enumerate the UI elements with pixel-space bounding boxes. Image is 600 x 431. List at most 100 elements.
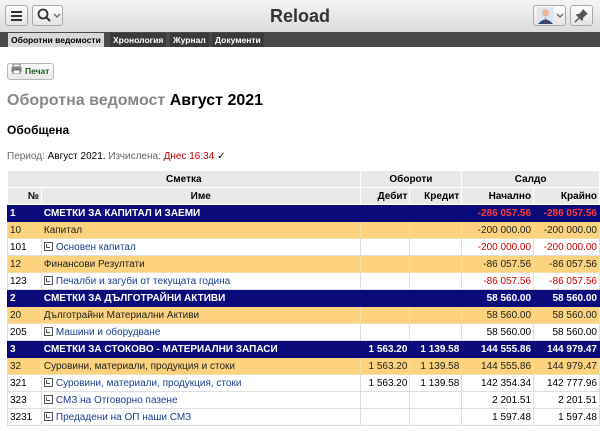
account-number: 10 [7,221,42,239]
credit-value: 1 139.58 [409,374,463,392]
credit-value [409,408,463,426]
tab-turnover-sheets[interactable]: Оборотни ведомости [8,33,104,47]
print-button[interactable]: Печат [7,63,55,80]
page-title-period: Август 2021 [169,92,264,109]
search-button[interactable] [32,5,63,26]
tab-bar: Оборотни ведомости Хронология Журнал Док… [0,32,600,47]
header-opening: Начално [461,187,535,205]
debit-value [359,323,411,341]
closing-value: 58 560.00 [533,306,600,324]
period-line: Период: Август 2021. Изчислена: Днес 16:… [7,151,225,162]
table-body: 1 СМЕТКИ ЗА КАПИТАЛ И ЗАЕМИ -286 057.56 -28… [7,204,600,426]
tab-journal[interactable]: Журнал [170,33,209,47]
opening-value: 144 555.86 [461,340,535,358]
debit-value [359,272,411,290]
turnover-table: Сметка Обороти Салдо № Име Дебит Кредит … [7,170,600,426]
menu-button[interactable] [5,5,28,26]
closing-value: -86 057.56 [533,272,600,290]
account-number: 123 [7,272,42,290]
account-number: 205 [7,323,42,341]
page-title: Оборотна ведомост Август 2021 [7,92,263,110]
app-title: Reload [269,6,330,26]
header-debit: Дебит [359,187,411,205]
closing-value: -200 000.00 [533,221,600,239]
table-row[interactable]: 205 Машини и оборудване 58 560.00 58 560.00 [7,323,600,341]
search-icon [37,8,61,22]
header-closing: Крайно [533,187,600,205]
account-number: 3231 [7,408,42,426]
credit-value [409,289,463,307]
account-number: 323 [7,391,42,409]
debit-value [359,306,411,324]
avatar [537,7,564,24]
account-name-cell: Дълготрайни Материални Активи [40,306,361,324]
table-row[interactable]: 3231 Предадени на ОП наши СМЗ 1 597.48 1 59… [7,408,600,426]
hamburger-icon [11,11,22,21]
closing-value: -200 000.00 [533,238,600,256]
closing-value: 58 560.00 [533,289,600,307]
pin-button[interactable] [570,5,593,26]
account-number: 20 [7,306,42,324]
account-link[interactable]: СМЗ на Отговорно пазене [56,395,178,406]
table-row[interactable]: 123 Печалби и загуби от текущата година -8… [7,272,600,290]
table-row: 20 Дълготрайни Материални Активи 58 560.00… [7,306,600,324]
account-number: 1 [7,204,42,222]
table-row: 32 Суровини, материали, продукция и стоки… [7,357,600,375]
account-name-cell: СМЗ на Отговорно пазене [40,391,361,409]
closing-value: -86 057.56 [533,255,600,273]
account-number: 3 [7,340,42,358]
debit-value [359,238,411,256]
user-menu-button[interactable] [533,5,566,26]
expand-icon[interactable] [43,241,53,251]
account-name-cell: Машини и оборудване [40,323,361,341]
credit-value [409,255,463,273]
opening-value: 144 555.86 [461,357,535,375]
debit-value: 1 563.20 [359,340,411,358]
credit-value [409,306,463,324]
account-name-cell: Суровини, материали, продукция и стоки [40,357,361,375]
opening-value: -200 000.00 [461,221,535,239]
tab-documents[interactable]: Документи [212,33,264,47]
account-link[interactable]: Предадени на ОП наши СМЗ [56,412,191,423]
account-link[interactable]: Основен капитал [56,242,136,253]
opening-value: 58 560.00 [461,306,535,324]
expand-icon[interactable] [43,326,53,336]
account-link[interactable]: Машини и оборудване [56,327,161,338]
opening-value: -286 057.56 [461,204,535,222]
closing-value: 142 777.96 [533,374,600,392]
table-row[interactable]: 321 Суровини, материали, продукция, стоки… [7,374,600,392]
table-row[interactable]: 323 СМЗ на Отговорно пазене 2 201.51 2 201.… [7,391,600,409]
account-number: 12 [7,255,42,273]
tab-chronology[interactable]: Хронология [110,33,167,47]
credit-value [409,238,463,256]
debit-value [359,221,411,239]
opening-value: 2 201.51 [461,391,535,409]
account-link[interactable]: Печалби и загуби от текущата година [56,276,230,287]
expand-icon[interactable] [43,394,53,404]
account-link[interactable]: Суровини, материали, продукция, стоки [56,378,242,389]
debit-value [359,408,411,426]
debit-value [359,204,411,222]
expand-icon[interactable] [43,411,53,421]
account-name-cell: Печалби и загуби от текущата година [40,272,361,290]
table-row: 3 СМЕТКИ ЗА СТОКОВО - МАТЕРИАЛНИ ЗАПАСИ 1 … [7,340,600,358]
credit-value [409,221,463,239]
header-credit: Кредит [409,187,463,205]
print-label: Печат [25,66,50,76]
opening-value: -86 057.56 [461,255,535,273]
expand-icon[interactable] [43,377,53,387]
account-name-cell: СМЕТКИ ЗА ДЪЛГОТРАЙНИ АКТИВИ [40,289,361,307]
period-label: Период: [7,151,45,162]
computed-label: Изчислена: [108,151,161,162]
table-row[interactable]: 101 Основен капитал -200 000.00 -200 000.00 [7,238,600,256]
debit-value [359,255,411,273]
account-name-cell: Основен капитал [40,238,361,256]
page-title-prefix: Оборотна ведомост [7,92,166,109]
expand-icon[interactable] [43,275,53,285]
opening-value: -86 057.56 [461,272,535,290]
account-name-cell: Капитал [40,221,361,239]
opening-value: 1 597.48 [461,408,535,426]
pin-icon [574,9,588,23]
debit-value: 1 563.20 [359,374,411,392]
closing-value: 58 560.00 [533,323,600,341]
